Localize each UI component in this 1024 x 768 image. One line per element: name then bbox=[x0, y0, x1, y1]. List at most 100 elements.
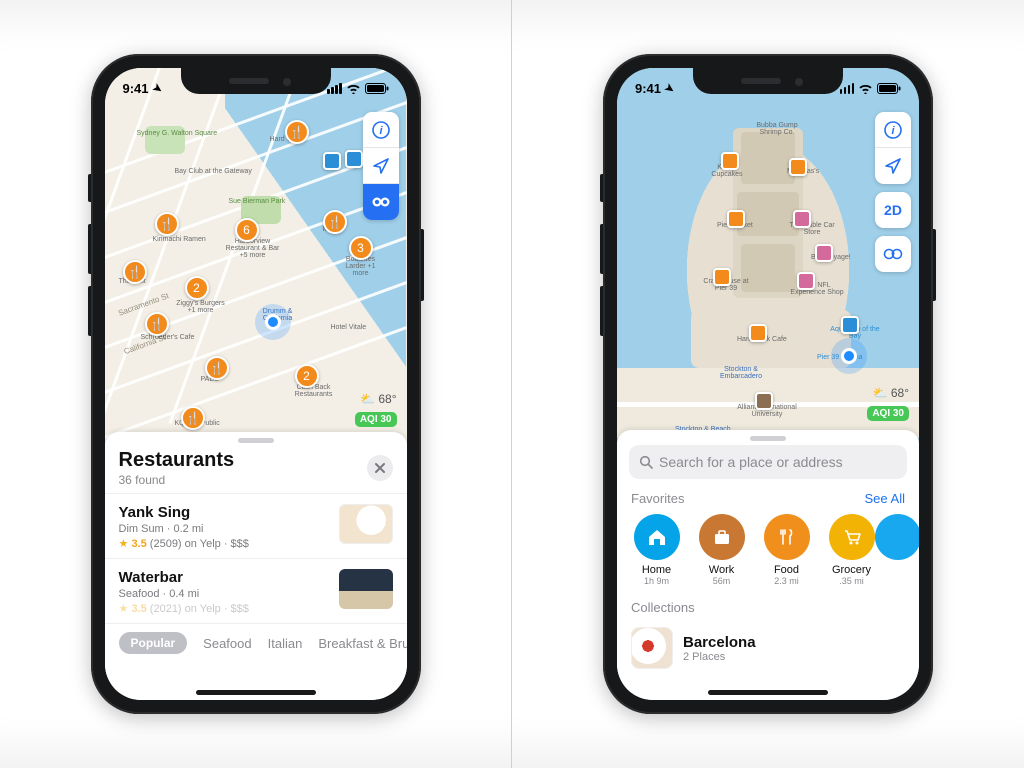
map-pin[interactable] bbox=[815, 244, 833, 262]
result-meta: Dim Sum · 0.2 mi bbox=[119, 523, 329, 535]
result-item[interactable]: Yank Sing Dim Sum · 0.2 mi ★ 3.5 (2509) … bbox=[105, 493, 407, 558]
favorites-title: Favorites bbox=[631, 491, 684, 506]
close-button[interactable] bbox=[367, 455, 393, 481]
result-thumbnail bbox=[339, 504, 393, 544]
map-pin-cluster[interactable]: 2 bbox=[295, 364, 319, 388]
map-pin[interactable] bbox=[727, 210, 745, 228]
filter-bar: Popular Seafood Italian Breakfast & Brun bbox=[105, 623, 407, 668]
star-icon: ★ bbox=[119, 538, 129, 550]
status-time: 9:41 bbox=[123, 81, 149, 96]
home-icon bbox=[646, 526, 668, 548]
weather-badge: ⛅ 68° bbox=[360, 392, 396, 406]
filter-popular[interactable]: Popular bbox=[119, 632, 188, 654]
cart-icon bbox=[841, 526, 863, 548]
favorite-work[interactable]: Work 56m bbox=[696, 514, 747, 586]
park-label-2: Sue Bierman Park bbox=[229, 198, 286, 205]
phone-frame-right: 9:41 ➤ bbox=[603, 54, 933, 714]
map-pin[interactable]: 🍴 bbox=[155, 212, 179, 236]
favorite-more[interactable] bbox=[891, 514, 905, 586]
result-item[interactable]: Waterbar Seafood · 0.4 mi ★ 3.5 (2021) o… bbox=[105, 558, 407, 623]
briefcase-icon bbox=[711, 526, 733, 548]
toggle-2d-button[interactable]: 2D bbox=[875, 192, 911, 228]
collection-item[interactable]: Barcelona 2 Places bbox=[617, 621, 919, 687]
search-icon bbox=[639, 455, 653, 469]
filter-option[interactable]: Italian bbox=[268, 636, 303, 651]
map-pin-cluster[interactable]: 6 bbox=[235, 218, 259, 242]
card-grabber[interactable] bbox=[750, 436, 786, 441]
lookaround-control bbox=[875, 236, 911, 272]
aqi-badge: AQI 30 bbox=[867, 406, 909, 421]
home-indicator[interactable] bbox=[708, 690, 828, 695]
weather-badge: ⛅ 68° bbox=[873, 386, 909, 400]
map-pin-cluster[interactable]: 2 bbox=[185, 276, 209, 300]
fork-knife-icon bbox=[776, 526, 798, 548]
recenter-button[interactable] bbox=[363, 148, 399, 184]
info-button[interactable]: i bbox=[875, 112, 911, 148]
star-icon: ★ bbox=[119, 603, 129, 615]
search-placeholder: Search for a place or address bbox=[659, 454, 843, 470]
result-name: Yank Sing bbox=[119, 504, 329, 521]
favorite-grocery[interactable]: Grocery .35 mi bbox=[826, 514, 877, 586]
results-card[interactable]: Restaurants 36 found Yank Sing Dim Sum ·… bbox=[105, 432, 407, 700]
aqi-badge: AQI 30 bbox=[355, 412, 397, 427]
weather-icon: ⛅ bbox=[360, 392, 375, 406]
card-grabber[interactable] bbox=[238, 438, 274, 443]
map-pin[interactable]: 🍴 bbox=[323, 210, 347, 234]
results-count: 36 found bbox=[119, 473, 235, 487]
map-pin[interactable]: 🍴 bbox=[145, 312, 169, 336]
battery-icon bbox=[365, 83, 389, 94]
svg-text:i: i bbox=[379, 125, 383, 137]
park-label: Sydney G. Walton Square bbox=[137, 130, 218, 137]
map-pin[interactable]: 🍴 bbox=[285, 120, 309, 144]
filter-option[interactable]: Seafood bbox=[203, 636, 251, 651]
map-pin[interactable] bbox=[797, 272, 815, 290]
recenter-button[interactable] bbox=[875, 148, 911, 184]
map-pin[interactable] bbox=[345, 150, 363, 168]
map-pin[interactable]: 🍴 bbox=[123, 260, 147, 284]
collections-title: Collections bbox=[631, 600, 695, 615]
location-icon: ➤ bbox=[150, 80, 165, 96]
collection-thumbnail bbox=[631, 627, 673, 669]
map-pin[interactable] bbox=[793, 210, 811, 228]
result-meta: Seafood · 0.4 mi bbox=[119, 588, 329, 600]
wifi-icon bbox=[346, 83, 361, 94]
map-pin[interactable]: 🍴 bbox=[181, 406, 205, 430]
see-all-link[interactable]: See All bbox=[865, 491, 905, 506]
result-thumbnail bbox=[339, 569, 393, 609]
user-location-dot bbox=[841, 348, 857, 364]
favorite-home[interactable]: Home 1h 9m bbox=[631, 514, 682, 586]
map-pin[interactable] bbox=[721, 152, 739, 170]
map-pin[interactable] bbox=[789, 158, 807, 176]
filter-option[interactable]: Breakfast & Brun bbox=[318, 636, 406, 651]
map-controls: i bbox=[875, 112, 911, 184]
lookaround-button[interactable] bbox=[363, 184, 399, 220]
home-indicator[interactable] bbox=[196, 690, 316, 695]
lookaround-button[interactable] bbox=[875, 236, 911, 272]
results-title: Restaurants bbox=[119, 449, 235, 472]
right-pane: 9:41 ➤ bbox=[512, 0, 1024, 768]
map-pin[interactable] bbox=[749, 324, 767, 342]
map-pin-cluster[interactable]: 3 bbox=[349, 236, 373, 260]
collection-sub: 2 Places bbox=[683, 651, 756, 663]
search-input[interactable]: Search for a place or address bbox=[629, 445, 907, 479]
favorite-food[interactable]: Food 2.3 mi bbox=[761, 514, 812, 586]
weather-icon: ⛅ bbox=[873, 386, 888, 400]
info-button[interactable]: i bbox=[363, 112, 399, 148]
map-pin[interactable]: 🍴 bbox=[205, 356, 229, 380]
location-icon: ➤ bbox=[662, 80, 677, 96]
favorites-row[interactable]: Home 1h 9m Work 56m bbox=[617, 512, 919, 592]
search-card[interactable]: Search for a place or address Favorites … bbox=[617, 430, 919, 700]
wifi-icon bbox=[858, 83, 873, 94]
status-time: 9:41 bbox=[635, 81, 661, 96]
map-2d-control: 2D bbox=[875, 192, 911, 228]
map-pin[interactable] bbox=[755, 392, 773, 410]
map-controls: i bbox=[363, 112, 399, 220]
map-pin[interactable] bbox=[323, 152, 341, 170]
user-location-dot bbox=[265, 314, 281, 330]
phone-frame-left: 9:41 ➤ bbox=[91, 54, 421, 714]
left-pane: 9:41 ➤ bbox=[0, 0, 512, 768]
map-pin[interactable] bbox=[841, 316, 859, 334]
result-name: Waterbar bbox=[119, 569, 329, 586]
map-pin[interactable] bbox=[713, 268, 731, 286]
svg-text:i: i bbox=[891, 125, 895, 137]
